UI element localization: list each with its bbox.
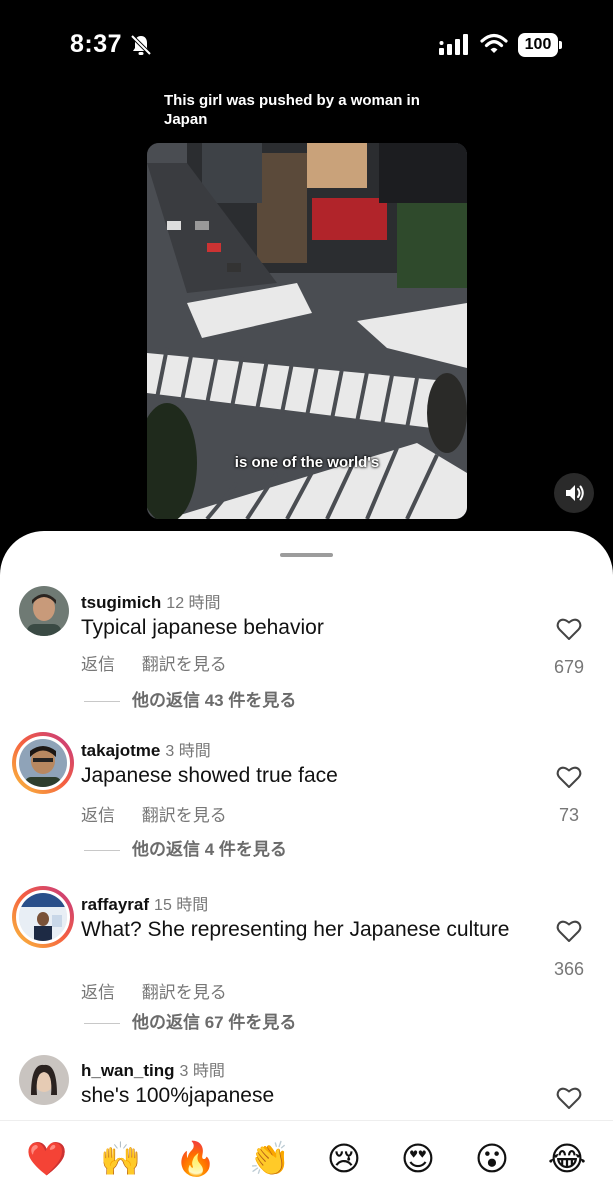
comments-sheet: tsugimich 12 時間 Typical japanese behavior… [0,531,613,1200]
comment-username[interactable]: tsugimich 12 時間 [81,589,221,613]
comment-username[interactable]: takajotme 3 時間 [81,737,211,761]
comment-time: 15 時間 [154,897,209,914]
video-player[interactable]: is one of the world's [147,143,467,519]
view-replies-button[interactable]: 他の返信 43 件を見る [84,686,296,711]
post-caption: This girl was pushed by a woman in Japan [164,92,420,128]
battery-level: 100 [518,33,558,57]
view-replies-button[interactable]: 他の返信 4 件を見る [84,835,287,860]
status-time: 8:37 [70,30,123,58]
emoji-clapping[interactable]: 👏 [249,1139,290,1179]
sound-toggle-button[interactable] [554,473,594,513]
bell-slash-icon [130,34,152,56]
comment-text: Japanese showed true face [81,764,338,787]
heart-outline-icon[interactable] [556,919,582,943]
emoji-heart-eyes[interactable]: 😍 [398,1139,438,1179]
translate-button[interactable]: 翻訳を見る [142,655,227,674]
emoji-heart[interactable]: ❤️ [26,1139,67,1179]
avatar[interactable] [19,1055,69,1105]
comment-text: Typical japanese behavior [81,616,324,639]
translate-button[interactable]: 翻訳を見る [142,983,227,1002]
like-count: 366 [553,959,585,979]
sheet-grabber[interactable] [280,553,333,557]
heart-outline-icon[interactable] [556,1086,582,1110]
like-count: 679 [553,657,585,677]
comment-text: What? She representing her Japanese cult… [81,918,510,941]
reply-button[interactable]: 返信 [81,655,115,674]
emoji-surprised[interactable]: 😮 [472,1139,512,1179]
comment-time: 3 時間 [165,743,211,760]
comment-time: 12 時間 [166,595,221,612]
emoji-fire[interactable]: 🔥 [175,1139,216,1179]
wifi-icon [480,33,508,53]
comment-text: she's 100%japanese [81,1084,275,1107]
view-replies-button[interactable]: 他の返信 67 件を見る [84,1008,296,1033]
avatar[interactable] [12,886,74,948]
comment-username[interactable]: raffayraf 15 時間 [81,891,208,915]
like-count: 73 [558,805,580,825]
translate-button[interactable]: 翻訳を見る [142,806,227,825]
video-subtitle: is one of the world's [234,454,380,471]
comment-username[interactable]: h_wan_ting 3 時間 [81,1057,225,1081]
speaker-icon [566,485,584,501]
status-bar: 8:37 100 [0,0,613,90]
emoji-raised-hands[interactable]: 🙌 [100,1139,141,1179]
reply-button[interactable]: 返信 [81,983,115,1002]
comment-time: 3 時間 [179,1063,225,1080]
heart-outline-icon[interactable] [556,617,582,641]
heart-outline-icon[interactable] [556,765,582,789]
avatar[interactable] [12,732,74,794]
avatar[interactable] [19,586,69,636]
battery-icon: 100 [518,33,562,57]
reply-button[interactable]: 返信 [81,806,115,825]
cellular-signal-icon [439,34,468,55]
emoji-crying[interactable]: 😢 [324,1139,364,1179]
emoji-laughing[interactable]: 😂 [547,1139,587,1179]
emoji-reaction-bar: ❤️ 🙌 🔥 👏 😢 😍 😮 😂 [0,1120,613,1200]
